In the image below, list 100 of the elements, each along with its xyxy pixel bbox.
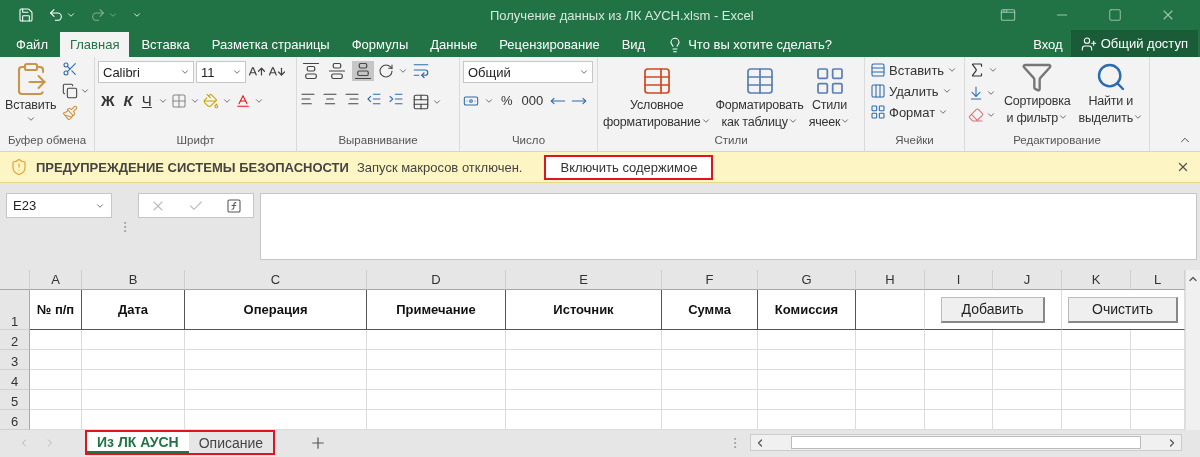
enable-content-button[interactable]: Включить содержимое (544, 154, 714, 180)
caret-icon[interactable] (432, 97, 442, 107)
caret-icon[interactable] (80, 86, 91, 96)
caret-icon[interactable] (232, 67, 242, 77)
editing-button[interactable]: Сортировка и фильтр (1002, 61, 1073, 134)
indent-increase-icon[interactable] (388, 91, 404, 107)
caret-icon[interactable] (579, 67, 589, 77)
caret-icon[interactable] (108, 10, 118, 20)
copy-icon[interactable] (62, 83, 79, 99)
column-header[interactable]: G (758, 270, 856, 290)
fill-color-icon[interactable] (202, 92, 219, 109)
ribbon-tab[interactable]: Рецензирование (489, 32, 610, 57)
italic-button[interactable]: К (120, 92, 136, 109)
font-name-field[interactable]: Calibri (98, 61, 194, 83)
column-header[interactable]: J (993, 270, 1062, 290)
ribbon-tab[interactable]: Формулы (341, 32, 419, 57)
row-header[interactable]: 5 (0, 390, 30, 410)
redo-icon[interactable] (90, 7, 106, 23)
caret-icon[interactable] (938, 107, 949, 117)
merge-icon[interactable] (412, 93, 430, 111)
eraser-icon[interactable] (968, 107, 984, 123)
fill-down-icon[interactable] (968, 85, 984, 101)
ribbon-tab[interactable]: Вставка (131, 32, 200, 57)
sheet-button[interactable]: Добавить (941, 296, 1045, 323)
select-all-corner[interactable] (0, 270, 30, 290)
ribbon-tab[interactable]: Вид (611, 32, 656, 57)
number-format-field[interactable]: Общий (463, 61, 593, 83)
caret-icon[interactable] (947, 65, 958, 75)
scroll-thumb[interactable] (791, 436, 1141, 449)
row-header[interactable]: 4 (0, 370, 30, 390)
function-icon[interactable] (226, 197, 242, 214)
formula-input[interactable] (260, 193, 1197, 260)
caret-icon[interactable] (988, 65, 998, 75)
underline-button[interactable]: Ч (138, 92, 155, 109)
sheet-tab[interactable]: Из ЛК АУСН (87, 432, 189, 453)
styles-button[interactable]: Форматировать как таблицу (713, 64, 806, 131)
styles-button[interactable]: Стили ячеек (806, 64, 853, 131)
orientation-icon[interactable] (378, 63, 394, 79)
styles-button[interactable]: Условное форматирование (601, 64, 713, 131)
caret-icon[interactable] (986, 88, 996, 98)
row-header[interactable]: 3 (0, 350, 30, 370)
ribbon-tab[interactable]: Файл (6, 32, 58, 57)
align-right-icon[interactable] (344, 91, 360, 107)
column-header[interactable]: H (856, 270, 925, 290)
user-plus-icon[interactable] (1080, 35, 1097, 52)
bold-button[interactable]: Ж (98, 92, 118, 109)
align-left-icon[interactable] (300, 91, 316, 107)
brush-icon[interactable] (62, 105, 79, 121)
sign-in-link[interactable]: Вход (1025, 32, 1071, 57)
column-header[interactable]: F (662, 270, 758, 290)
caret-icon[interactable] (66, 10, 76, 20)
ribbon-display-icon[interactable] (1000, 7, 1016, 23)
horizontal-scrollbar[interactable] (750, 434, 1182, 451)
align-center-icon[interactable] (322, 91, 338, 107)
table-icon[interactable] (870, 83, 886, 99)
maximize-icon[interactable] (1108, 8, 1122, 22)
sheet-tab[interactable]: Описание (188, 432, 274, 453)
name-box[interactable]: E23 (6, 193, 112, 218)
caret-icon[interactable] (25, 114, 36, 124)
filter-icon[interactable] (1021, 61, 1054, 93)
column-header[interactable]: D (367, 270, 506, 290)
column-header[interactable]: C (185, 270, 367, 290)
column-header[interactable]: I (925, 270, 993, 290)
table-icon[interactable] (870, 104, 886, 120)
wrap-text-icon[interactable] (412, 61, 430, 79)
caret-icon[interactable] (180, 67, 190, 77)
column-header[interactable]: B (82, 270, 185, 290)
column-header[interactable]: E (506, 270, 662, 290)
caret-icon[interactable] (398, 66, 408, 76)
paste-button[interactable]: Вставить (3, 61, 59, 134)
caret-icon[interactable] (1058, 112, 1069, 122)
cut-icon[interactable] (62, 61, 79, 77)
caret-icon[interactable] (986, 110, 996, 120)
row-header[interactable]: 1 (0, 290, 30, 330)
row-header[interactable]: 6 (0, 410, 30, 430)
borders-icon[interactable] (170, 92, 187, 109)
caret-icon[interactable] (941, 86, 952, 96)
percent-button[interactable]: % (499, 92, 515, 109)
font-size-field[interactable]: 11 (196, 61, 246, 83)
ribbon-tab[interactable]: Данные (420, 32, 488, 57)
column-header[interactable]: A (30, 270, 82, 290)
ribbon-tab[interactable]: Разметка страницы (201, 32, 340, 57)
cells-button[interactable]: Формат (868, 103, 951, 121)
share-button[interactable]: Общий доступ (1070, 30, 1198, 57)
tell-me-field[interactable]: Что вы хотите сделать? (688, 37, 832, 52)
save-icon[interactable] (18, 7, 34, 23)
undo-icon[interactable] (48, 7, 64, 23)
cells-button[interactable]: Вставить (868, 61, 960, 79)
cells-button[interactable]: Удалить (868, 82, 954, 100)
sheet-button[interactable]: Очистить (1068, 296, 1178, 323)
editing-button[interactable]: Найти и выделить (1076, 61, 1145, 134)
row-header[interactable]: 2 (0, 330, 30, 350)
caret-icon[interactable] (1133, 112, 1143, 122)
table-icon[interactable] (870, 62, 886, 78)
thousands-button[interactable]: 000 (519, 92, 546, 109)
indent-decrease-icon[interactable] (366, 91, 382, 107)
column-header[interactable]: K (1062, 270, 1131, 290)
ribbon-tab[interactable]: Главная (59, 32, 130, 57)
column-header[interactable]: L (1131, 270, 1185, 290)
caret-icon[interactable] (132, 10, 142, 20)
